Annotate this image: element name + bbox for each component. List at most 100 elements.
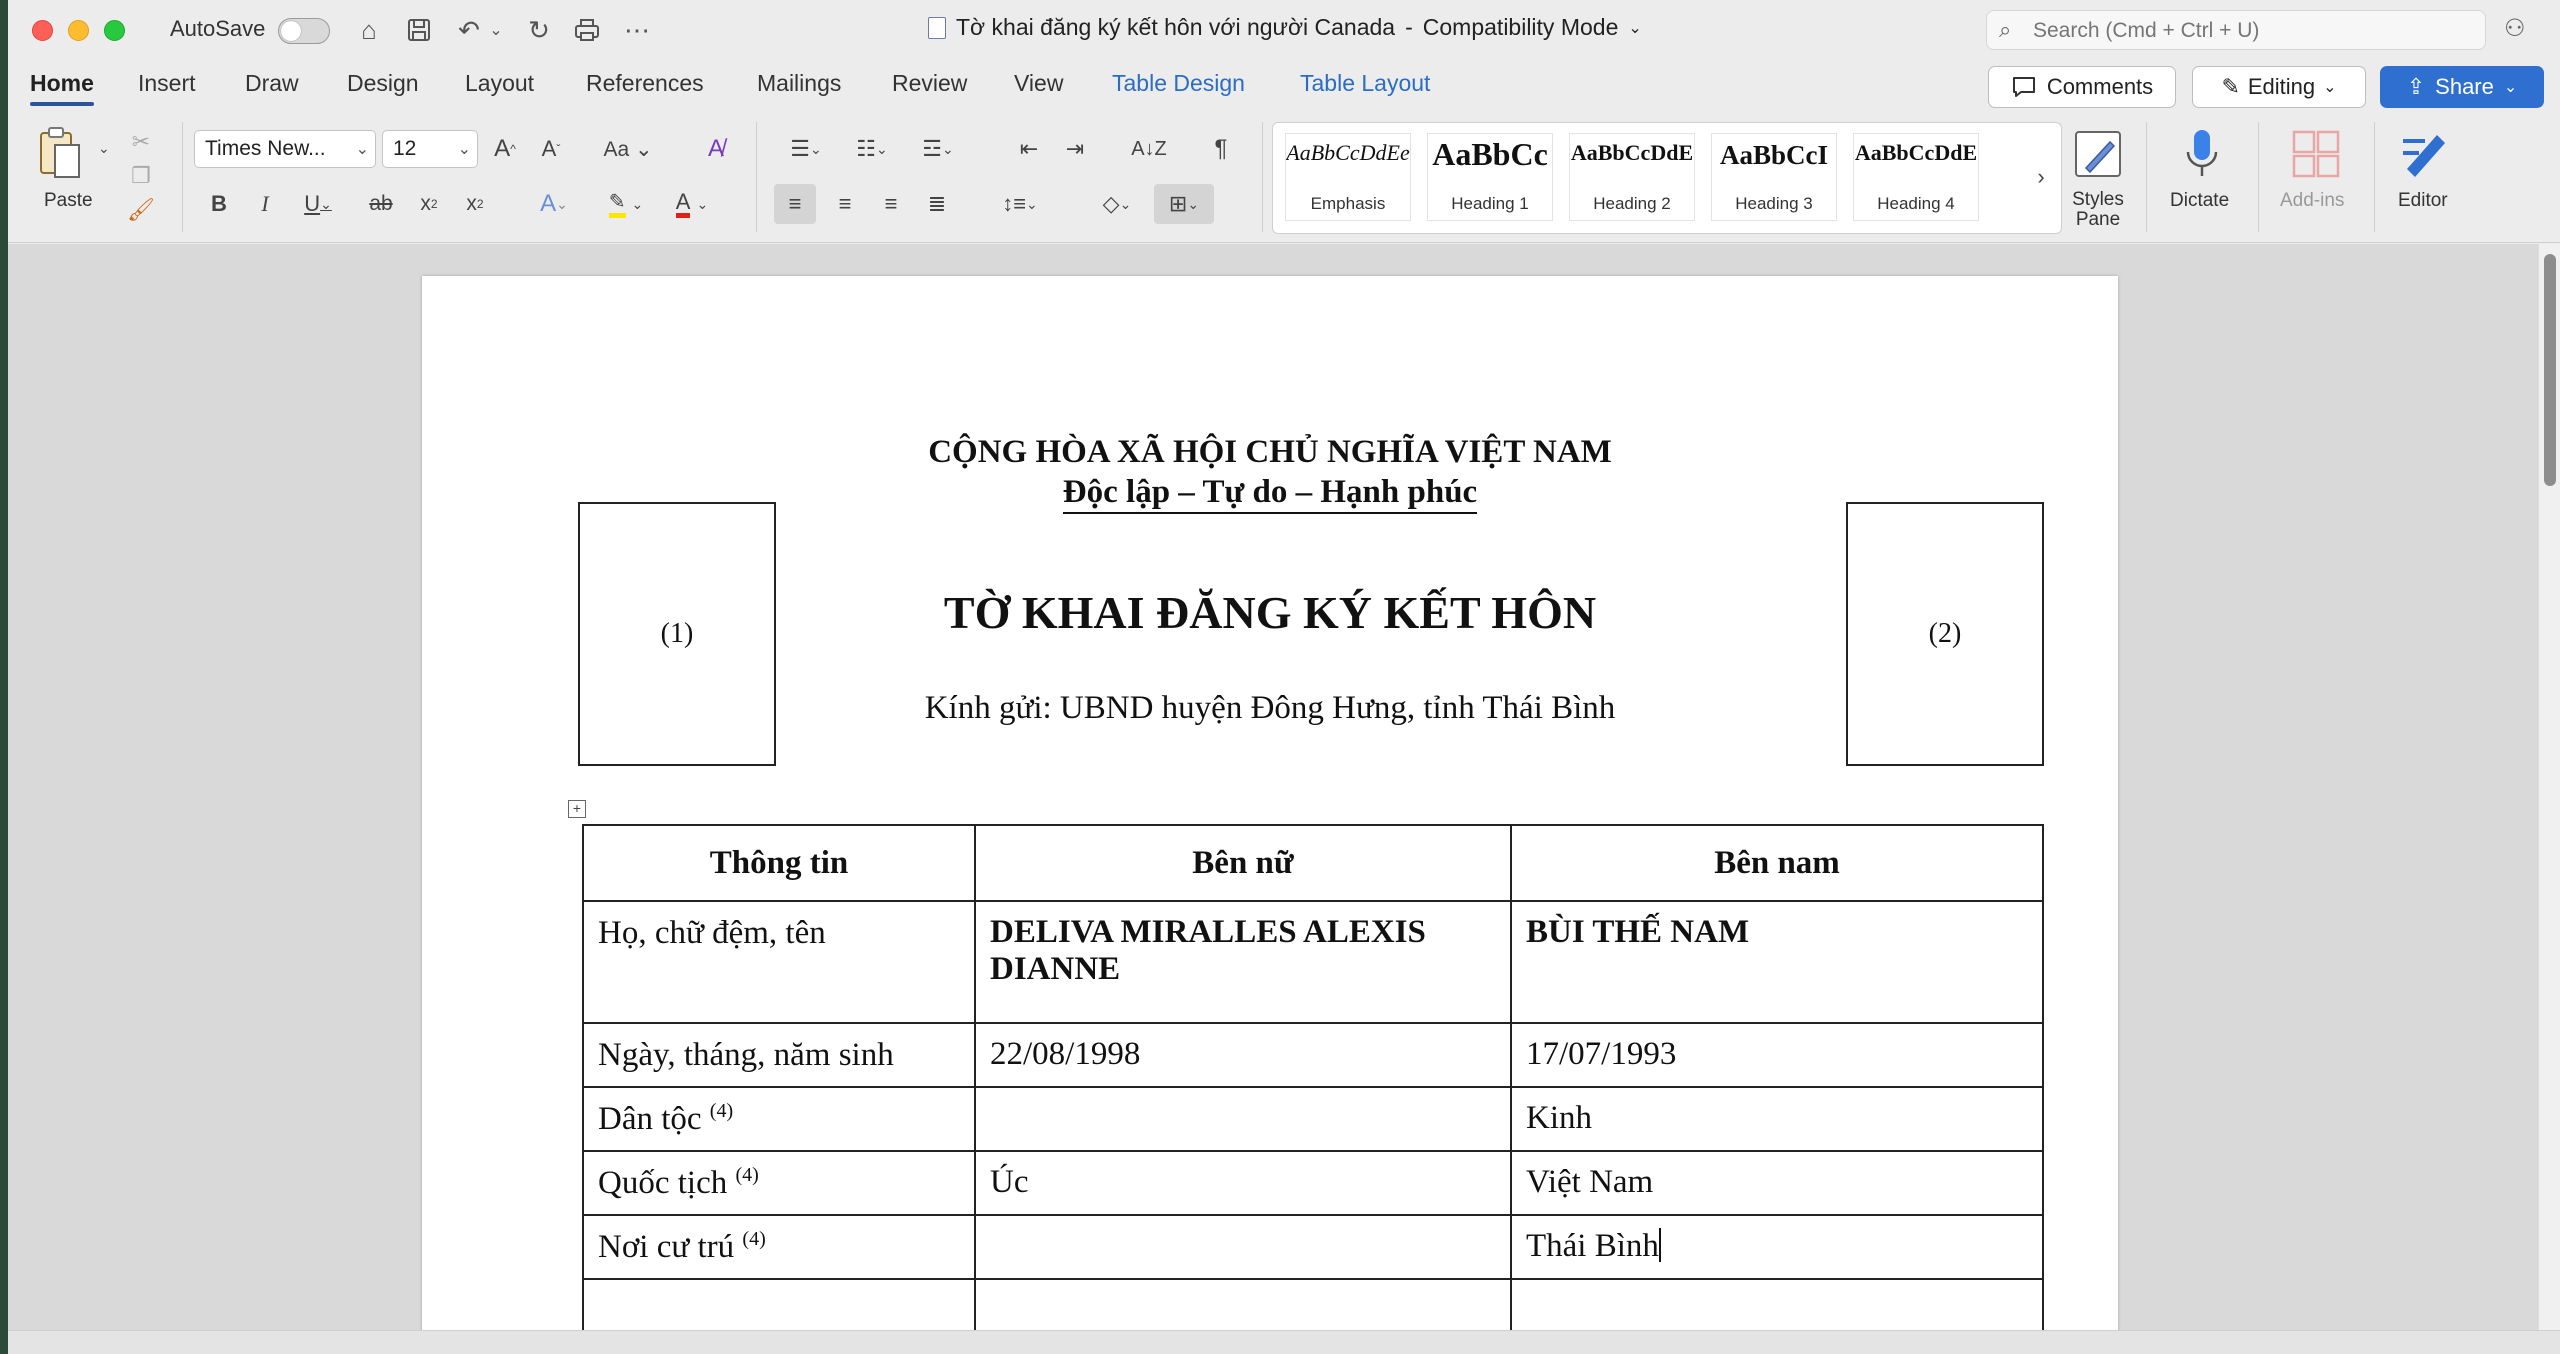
redo-icon[interactable]: ↻ bbox=[522, 14, 556, 46]
table-move-handle-icon[interactable]: + bbox=[568, 800, 586, 818]
male-value[interactable]: BÙI THẾ NAM bbox=[1510, 900, 2044, 1024]
row-label[interactable] bbox=[582, 1278, 976, 1330]
row-label[interactable]: Ngày, tháng, năm sinh bbox=[582, 1022, 976, 1088]
subscript-icon[interactable]: x2 bbox=[414, 186, 444, 222]
style-heading-3[interactable]: AaBbCcI Heading 3 bbox=[1711, 133, 1837, 221]
copy-icon[interactable]: ❐ bbox=[126, 162, 156, 190]
paragraph-marks-icon[interactable]: ¶ bbox=[1204, 130, 1238, 168]
chevron-down-icon[interactable]: ⌄ bbox=[1628, 18, 1641, 38]
change-case-icon[interactable]: Aa ⌄ bbox=[600, 130, 656, 168]
female-value[interactable]: 22/08/1998 bbox=[974, 1022, 1512, 1088]
justify-icon[interactable]: ≣ bbox=[916, 184, 958, 224]
paste-dropdown-icon[interactable]: ⌄ bbox=[98, 140, 110, 157]
editor-icon[interactable] bbox=[2396, 124, 2452, 182]
font-size-dropdown[interactable]: 12 ⌄ bbox=[382, 130, 478, 168]
header-female[interactable]: Bên nữ bbox=[974, 824, 1512, 902]
registration-table[interactable]: Thông tin Bên nữ Bên nam Họ, chữ đệm, tê… bbox=[582, 824, 2044, 1330]
header-info[interactable]: Thông tin bbox=[582, 824, 976, 902]
tab-view[interactable]: View bbox=[1014, 70, 1063, 97]
row-label[interactable]: Nơi cư trú (4) bbox=[582, 1214, 976, 1280]
chevron-right-icon[interactable]: › bbox=[2029, 157, 2053, 197]
male-value[interactable]: Kinh bbox=[1510, 1086, 2044, 1152]
add-ins-icon[interactable] bbox=[2290, 128, 2342, 180]
style-heading-1[interactable]: AaBbCc Heading 1 bbox=[1427, 133, 1553, 221]
style-heading-4[interactable]: AaBbCcDdE Heading 4 bbox=[1853, 133, 1979, 221]
strikethrough-icon[interactable]: ab bbox=[366, 186, 396, 222]
row-label[interactable]: Quốc tịch (4) bbox=[582, 1150, 976, 1216]
tab-table-layout[interactable]: Table Layout bbox=[1300, 70, 1430, 97]
search-input[interactable] bbox=[2031, 15, 2475, 47]
shading-icon[interactable]: ◇ ⌄ bbox=[1088, 184, 1146, 224]
row-label[interactable]: Dân tộc (4) bbox=[582, 1086, 976, 1152]
compatibility-mode-label[interactable]: Compatibility Mode bbox=[1423, 14, 1619, 41]
align-right-icon[interactable]: ≡ bbox=[870, 184, 912, 224]
decrease-indent-icon[interactable]: ⇤ bbox=[1012, 130, 1046, 168]
male-value[interactable] bbox=[1510, 1278, 2044, 1330]
comments-button[interactable]: Comments bbox=[1988, 66, 2176, 108]
male-value-cell[interactable]: Thái Bình bbox=[1510, 1214, 2044, 1280]
tab-review[interactable]: Review bbox=[892, 70, 967, 97]
align-center-icon[interactable]: ≡ bbox=[824, 184, 866, 224]
undo-icon[interactable]: ↶ bbox=[452, 14, 486, 46]
search-box[interactable]: ⌕ bbox=[1986, 10, 2486, 50]
style-emphasis[interactable]: AaBbCcDdEe Emphasis bbox=[1285, 133, 1411, 221]
numbering-icon[interactable]: ☷ ⌄ bbox=[844, 130, 900, 168]
female-value[interactable] bbox=[974, 1278, 1512, 1330]
align-left-icon[interactable]: ≡ bbox=[774, 184, 816, 224]
vertical-scrollbar[interactable] bbox=[2538, 244, 2560, 1330]
styles-pane-icon[interactable] bbox=[2070, 126, 2126, 182]
italic-icon[interactable]: I bbox=[250, 186, 280, 222]
tab-references[interactable]: References bbox=[586, 70, 704, 97]
multilevel-list-icon[interactable]: ☲ ⌄ bbox=[910, 130, 966, 168]
editing-mode-button[interactable]: ✎ Editing ⌄ bbox=[2192, 66, 2366, 108]
female-value[interactable]: Úc bbox=[974, 1150, 1512, 1216]
font-name-dropdown[interactable]: Times New... ⌄ bbox=[194, 130, 376, 168]
style-heading-2[interactable]: AaBbCcDdE Heading 2 bbox=[1569, 133, 1695, 221]
save-icon[interactable] bbox=[402, 14, 436, 46]
tab-draw[interactable]: Draw bbox=[245, 70, 299, 97]
share-button[interactable]: ⇪ Share ⌄ bbox=[2380, 66, 2544, 108]
close-window-button[interactable] bbox=[32, 20, 53, 41]
male-value[interactable]: 17/07/1993 bbox=[1510, 1022, 2044, 1088]
increase-indent-icon[interactable]: ⇥ bbox=[1058, 130, 1092, 168]
minimize-window-button[interactable] bbox=[68, 20, 89, 41]
tab-table-design[interactable]: Table Design bbox=[1112, 70, 1245, 97]
male-value[interactable]: Việt Nam bbox=[1510, 1150, 2044, 1216]
text-effects-icon[interactable]: A ⌄ bbox=[530, 186, 578, 222]
underline-icon[interactable]: U ⌄ bbox=[296, 186, 340, 222]
autosave-toggle[interactable] bbox=[278, 18, 330, 44]
font-color-icon[interactable]: A ⌄ bbox=[664, 186, 720, 222]
tab-layout[interactable]: Layout bbox=[465, 70, 534, 97]
row-label[interactable]: Họ, chữ đệm, tên bbox=[582, 900, 976, 1024]
cut-icon[interactable]: ✂ bbox=[126, 128, 156, 156]
bullets-icon[interactable]: ☰ ⌄ bbox=[778, 130, 834, 168]
tab-mailings[interactable]: Mailings bbox=[757, 70, 841, 97]
undo-dropdown-icon[interactable]: ⌄ bbox=[486, 14, 506, 46]
microphone-icon[interactable] bbox=[2178, 124, 2226, 184]
format-painter-icon[interactable]: 🖌 bbox=[126, 196, 156, 224]
tab-home[interactable]: Home bbox=[30, 70, 94, 106]
print-icon[interactable] bbox=[570, 14, 604, 46]
borders-icon[interactable]: ⊞ ⌄ bbox=[1154, 184, 1214, 224]
female-value[interactable] bbox=[974, 1086, 1512, 1152]
superscript-icon[interactable]: x2 bbox=[460, 186, 490, 222]
sort-icon[interactable]: A↓Z bbox=[1130, 130, 1168, 168]
clear-formatting-icon[interactable]: A̸ bbox=[698, 130, 734, 168]
highlight-color-icon[interactable]: ✎ ⌄ bbox=[598, 186, 654, 222]
shrink-font-icon[interactable]: Aˇ bbox=[534, 130, 568, 168]
paste-icon[interactable] bbox=[36, 124, 84, 182]
document-canvas[interactable]: CỘNG HÒA XÃ HỘI CHỦ NGHĨA VIỆT NAM Độc l… bbox=[8, 244, 2538, 1330]
header-male[interactable]: Bên nam bbox=[1510, 824, 2044, 902]
bold-icon[interactable]: B bbox=[204, 186, 234, 222]
female-value[interactable]: DELIVA MIRALLES ALEXIS DIANNE bbox=[974, 900, 1512, 1024]
home-icon[interactable]: ⌂ bbox=[352, 14, 386, 46]
tab-insert[interactable]: Insert bbox=[138, 70, 196, 97]
line-spacing-icon[interactable]: ↕≡ ⌄ bbox=[988, 184, 1052, 224]
more-options-icon[interactable]: ⋯ bbox=[620, 14, 654, 46]
tab-design[interactable]: Design bbox=[347, 70, 419, 97]
account-icon[interactable]: ⚇ bbox=[2504, 14, 2526, 43]
scrollbar-thumb[interactable] bbox=[2544, 254, 2556, 486]
document-page[interactable]: CỘNG HÒA XÃ HỘI CHỦ NGHĨA VIỆT NAM Độc l… bbox=[422, 276, 2118, 1330]
grow-font-icon[interactable]: A ^ bbox=[488, 130, 522, 168]
maximize-window-button[interactable] bbox=[104, 20, 125, 41]
